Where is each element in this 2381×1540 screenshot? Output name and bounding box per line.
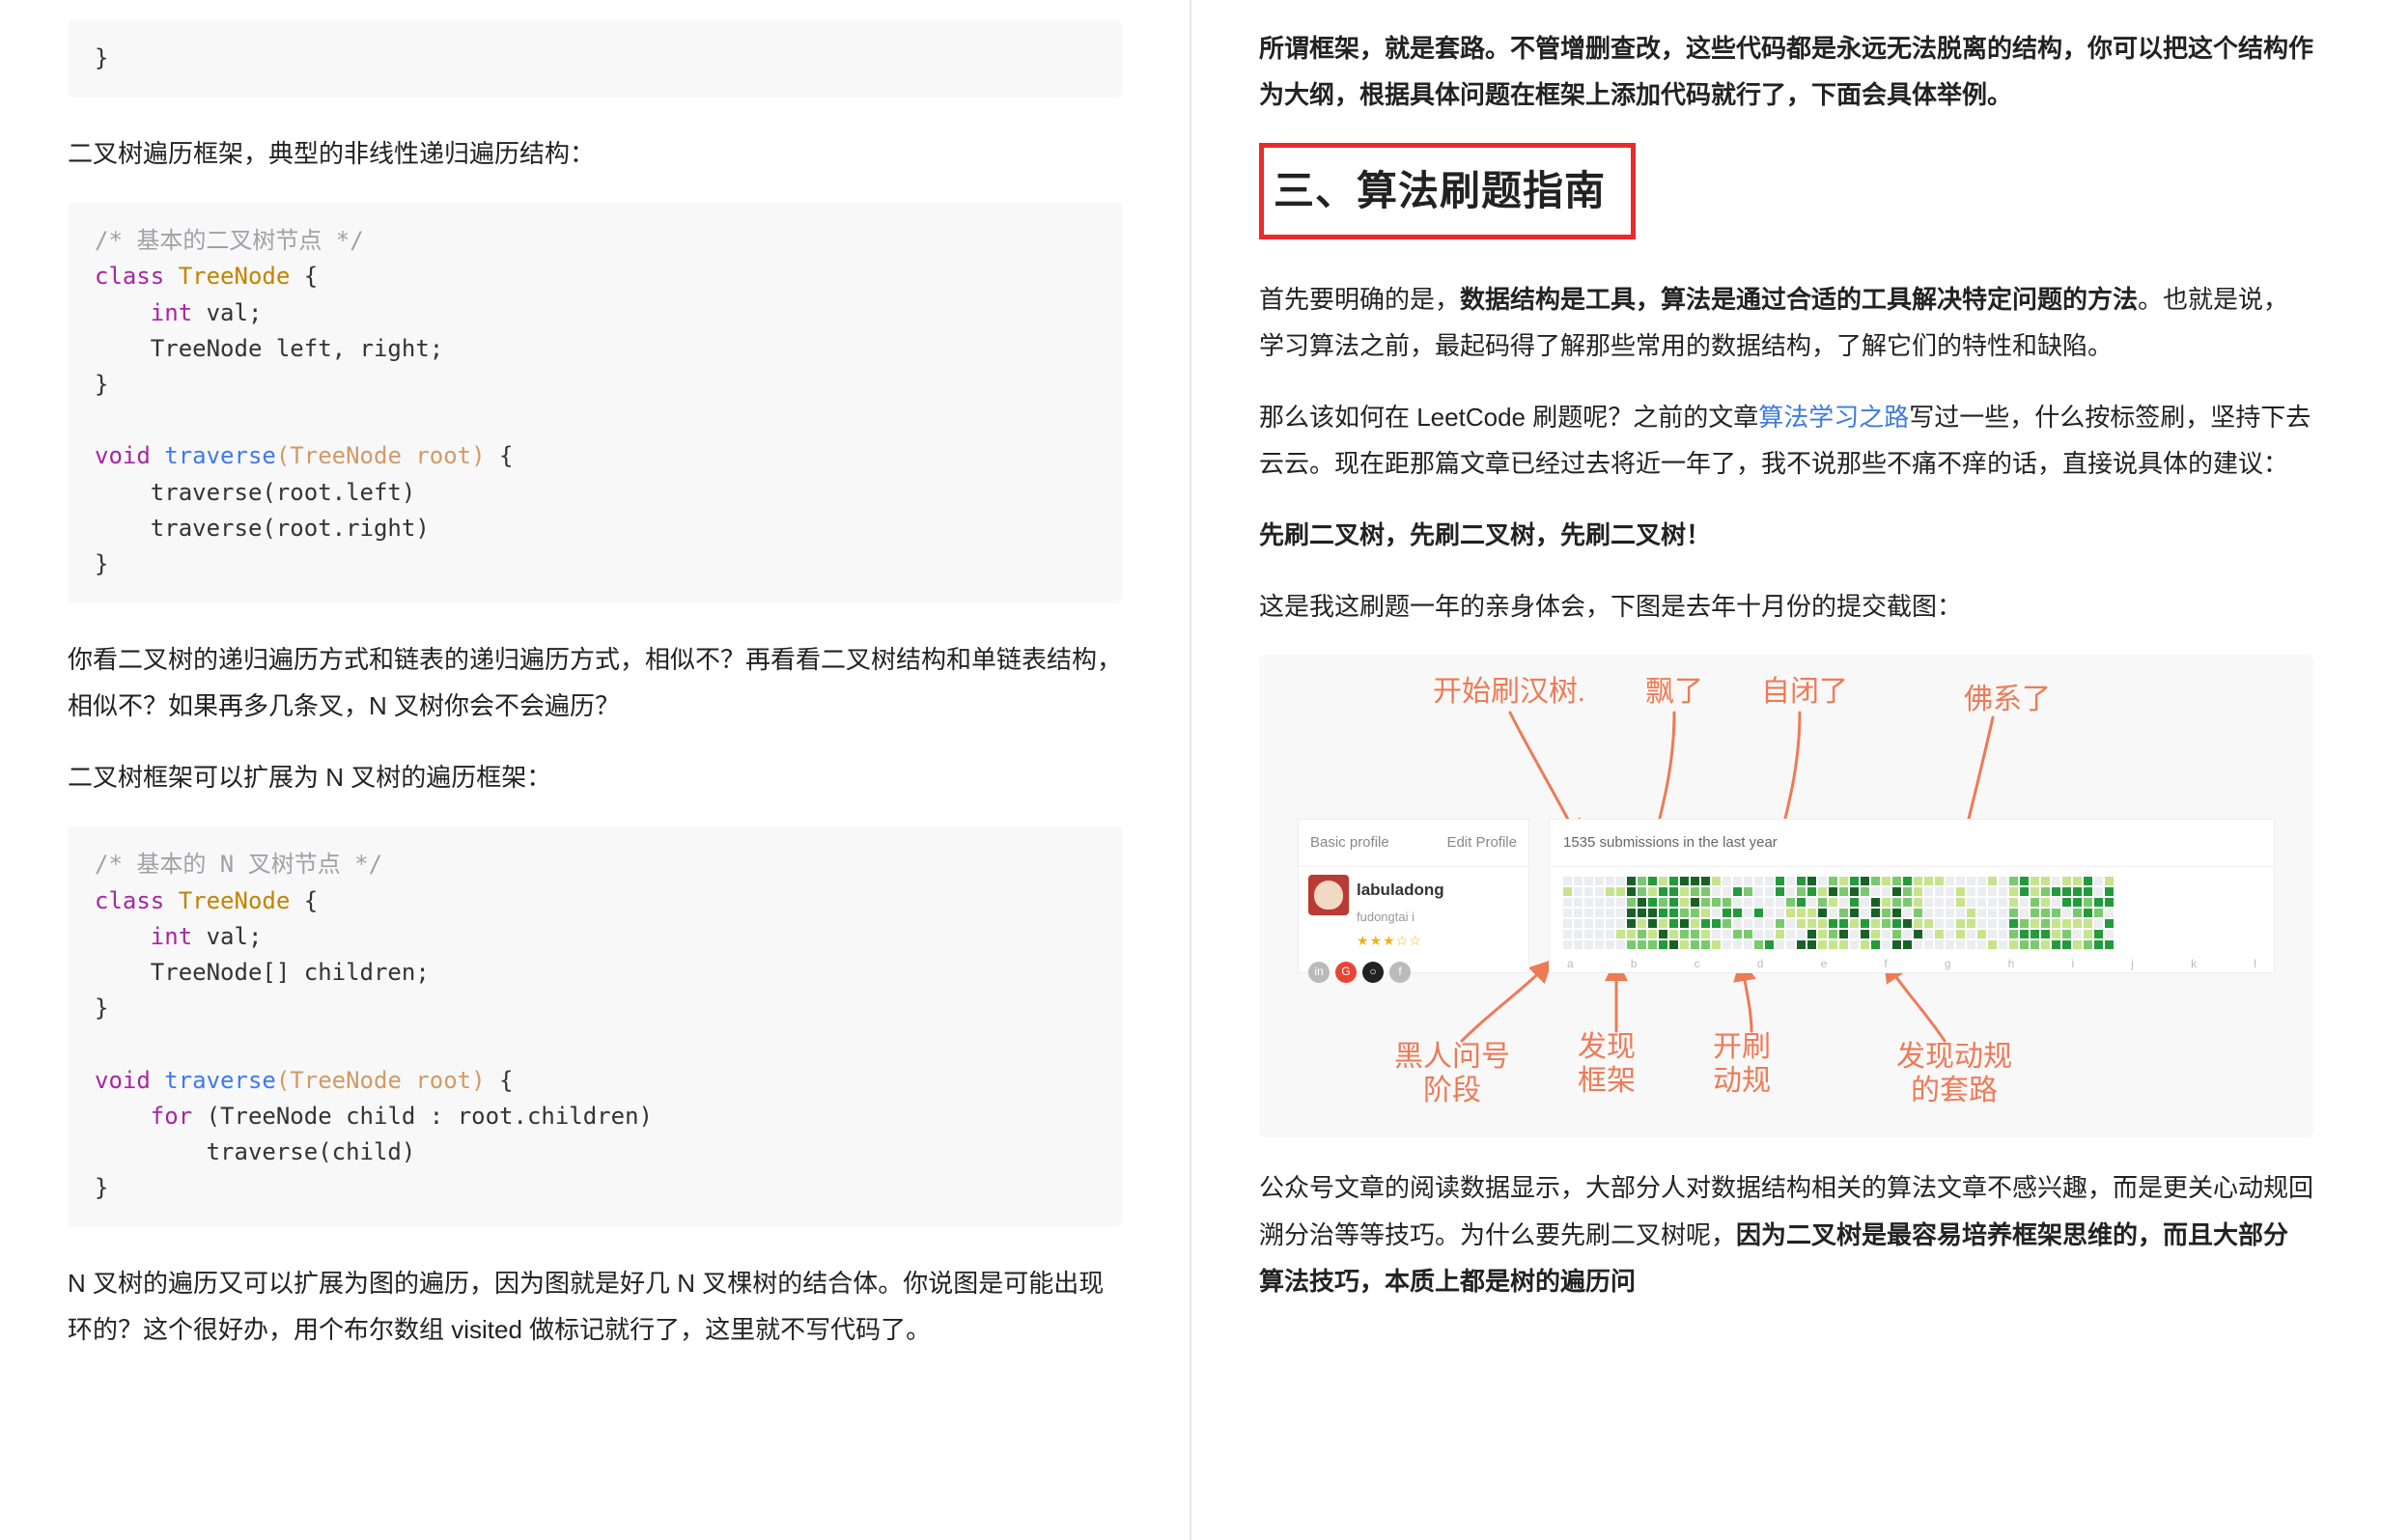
paragraph: 公众号文章的阅读数据显示，大部分人对数据结构相关的算法文章不感兴趣，而是更关心动… [1259, 1164, 2313, 1303]
code-text: val; [192, 299, 262, 326]
left-column: } 二叉树遍历框架，典型的非线性递归遍历结构： /* 基本的二叉树节点 */ c… [0, 0, 1190, 1540]
edit-profile-link[interactable]: Edit Profile [1446, 829, 1517, 856]
github-icon[interactable]: ○ [1362, 962, 1384, 983]
paragraph-bold: 先刷二叉树，先刷二叉树，先刷二叉树！ [1259, 512, 2313, 558]
code-comment: /* 基本的二叉树节点 */ [95, 227, 364, 254]
code-text: traverse(child) [95, 1138, 415, 1165]
profile-name: labuladong [1357, 875, 1444, 905]
code-fn: traverse [151, 442, 276, 469]
code-keyword: void [95, 1067, 151, 1094]
leetcode-screenshot-figure: 开始刷汉树. 飘了 自闭了 佛系了 黑人问号 阶段 发现 框架 开刷 动规 发现… [1259, 655, 2313, 1137]
profile-card: Basic profile Edit Profile labuladong fu… [1298, 819, 1529, 973]
code-text: val; [192, 923, 262, 950]
avatar [1308, 875, 1349, 915]
linkedin-icon[interactable]: in [1308, 962, 1330, 983]
code-params: (TreeNode root) [276, 1067, 486, 1094]
paragraph: 二叉树遍历框架，典型的非线性递归遍历结构： [68, 130, 1122, 177]
code-block-closing-brace: } [68, 19, 1122, 98]
paragraph: 那么该如何在 LeetCode 刷题呢？之前的文章算法学习之路写过一些，什么按标… [1259, 394, 2313, 487]
code-keyword: int [95, 923, 192, 950]
code-text: } [95, 550, 108, 577]
submission-heatmap-card: 1535 submissions in the last year abcdef… [1549, 819, 2275, 973]
code-text: { [486, 1067, 514, 1094]
code-text: traverse(root.left) [95, 479, 415, 506]
code-fn: traverse [151, 1067, 276, 1094]
code-keyword: class [95, 263, 164, 290]
code-typename: TreeNode [179, 887, 291, 914]
paragraph: 首先要明确的是，数据结构是工具，算法是通过合适的工具解决特定问题的方法。也就是说… [1259, 276, 2313, 369]
social-icons: in G ○ f [1299, 958, 1528, 987]
code-text: } [95, 1174, 108, 1201]
highlighted-heading-box: 三、算法刷题指南 [1259, 143, 1636, 239]
code-comment: /* 基本的 N 叉树节点 */ [95, 851, 382, 878]
code-params: (TreeNode root) [276, 442, 486, 469]
code-text: TreeNode[] children; [95, 959, 430, 986]
inline-link[interactable]: 算法学习之路 [1758, 403, 1909, 432]
code-keyword: class [95, 887, 164, 914]
heatmap-grid [1550, 867, 2274, 953]
google-icon[interactable]: G [1335, 962, 1357, 983]
paragraph: 你看二叉树的递归遍历方式和链表的递归遍历方式，相似不？再看看二叉树结构和单链表结… [68, 636, 1122, 729]
section-heading: 三、算法刷题指南 [1274, 154, 1606, 229]
document-spread: } 二叉树遍历框架，典型的非线性递归遍历结构： /* 基本的二叉树节点 */ c… [0, 0, 2381, 1540]
profile-subtitle: fudongtai i [1357, 906, 1444, 929]
code-text: } [95, 371, 108, 398]
code-text: TreeNode left, right; [95, 335, 443, 362]
code-typename: TreeNode [179, 263, 291, 290]
code-block-binarytree: /* 基本的二叉树节点 */ class TreeNode { int val;… [68, 202, 1122, 603]
code-keyword: for [95, 1103, 192, 1130]
code-keyword: void [95, 442, 151, 469]
profile-stars: ★★★☆☆ [1357, 929, 1444, 954]
paragraph: 这是我这刷题一年的亲身体会，下图是去年十月份的提交截图： [1259, 583, 2313, 630]
paragraph: N 叉树的遍历又可以扩展为图的遍历，因为图就是好几 N 叉棵树的结合体。你说图是… [68, 1260, 1122, 1353]
code-text: traverse(root.right) [95, 515, 430, 542]
paragraph: 所谓框架，就是套路。不管增删查改，这些代码都是永远无法脱离的结构，你可以把这个结… [1259, 25, 2313, 118]
code-keyword: int [95, 299, 192, 326]
right-column: 所谓框架，就是套路。不管增删查改，这些代码都是永远无法脱离的结构，你可以把这个结… [1191, 0, 2381, 1540]
bold-text: 数据结构是工具，算法是通过合适的工具解决特定问题的方法 [1460, 285, 2138, 314]
code-text: { [486, 442, 514, 469]
code-text: } [95, 994, 108, 1022]
profile-card-title: Basic profile [1310, 829, 1389, 856]
text: 首先要明确的是， [1259, 285, 1460, 314]
code-text: { [290, 263, 318, 290]
text: 那么该如何在 LeetCode 刷题呢？之前的文章 [1259, 403, 1758, 432]
code-block-narytree: /* 基本的 N 叉树节点 */ class TreeNode { int va… [68, 826, 1122, 1227]
bold-text: 先刷二叉树，先刷二叉树，先刷二叉树！ [1259, 520, 1711, 549]
code-text: (TreeNode child : root.children) [192, 1103, 653, 1130]
facebook-icon[interactable]: f [1389, 962, 1411, 983]
heatmap-title: 1535 submissions in the last year [1550, 820, 2274, 867]
bold-text: 所谓框架，就是套路。不管增删查改，这些代码都是永远无法脱离的结构，你可以把这个结… [1259, 34, 2313, 109]
code-text: { [290, 887, 318, 914]
heatmap-month-axis: abcdefghijkl [1550, 953, 2274, 974]
paragraph: 二叉树框架可以扩展为 N 叉树的遍历框架： [68, 754, 1122, 800]
